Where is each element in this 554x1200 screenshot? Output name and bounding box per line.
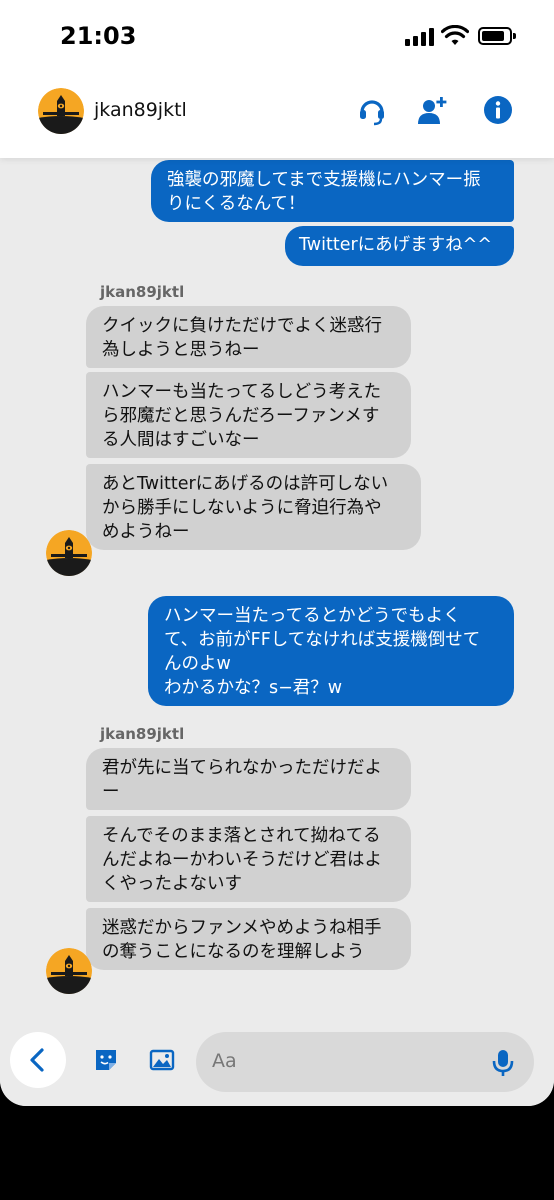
sender-avatar[interactable]: [46, 530, 92, 576]
message-list[interactable]: 強襲の邪魔してまで支援機にハンマー振 りにくるなんて！ Twitterにあげます…: [0, 158, 554, 1028]
contact-name[interactable]: jkan89jktl: [94, 99, 187, 121]
contact-avatar[interactable]: [38, 88, 84, 134]
message-input-placeholder: Aa: [212, 1050, 237, 1072]
incoming-message[interactable]: 迷惑だからファンメやめようね相手 の奪うことになるのを理解しよう: [86, 908, 411, 970]
mic-icon[interactable]: [492, 1048, 514, 1078]
incoming-message[interactable]: 君が先に当てられなかっただけだよ ー: [86, 748, 411, 810]
sticker-icon[interactable]: [92, 1046, 120, 1074]
incoming-message[interactable]: クイックに負けただけでよく迷惑行 為しようと思うねー: [86, 306, 411, 368]
messenger-screen: 21:03 jkan89jktl 強襲の邪魔してまで支援機にハンマー振 りにくる…: [0, 0, 554, 1106]
chat-header: 21:03 jkan89jktl: [0, 0, 554, 158]
outgoing-message[interactable]: 強襲の邪魔してまで支援機にハンマー振 りにくるなんて！: [151, 160, 514, 222]
signal-icon: [405, 28, 434, 46]
wifi-icon: [441, 25, 469, 45]
back-chevron-icon: [30, 1048, 44, 1072]
message-input[interactable]: Aa: [196, 1032, 534, 1092]
battery-icon: [478, 27, 516, 45]
sender-name: jkan89jktl: [100, 283, 185, 301]
status-time: 21:03: [60, 22, 137, 50]
sender-avatar[interactable]: [46, 948, 92, 994]
sender-name: jkan89jktl: [100, 725, 185, 743]
add-user-icon[interactable]: [416, 94, 448, 126]
outgoing-message[interactable]: ハンマー当たってるとかどうでもよく て、お前がFFしてなければ支援機倒せて んの…: [148, 596, 514, 706]
incoming-message[interactable]: ハンマーも当たってるしどう考えた ら邪魔だと思うんだろーファンメす る人間はすご…: [86, 372, 411, 458]
info-icon[interactable]: [482, 94, 514, 126]
incoming-message[interactable]: あとTwitterにあげるのは許可しない から勝手にしないように脅迫行為や めよ…: [86, 464, 421, 550]
incoming-message[interactable]: そんでそのまま落とされて拗ねてる んだよねーかわいそうだけど君はよ くやったよな…: [86, 816, 411, 902]
headset-icon[interactable]: [356, 94, 388, 126]
outgoing-message[interactable]: Twitterにあげますね^^: [285, 226, 514, 266]
back-button[interactable]: [10, 1032, 66, 1088]
image-icon[interactable]: [148, 1046, 176, 1074]
